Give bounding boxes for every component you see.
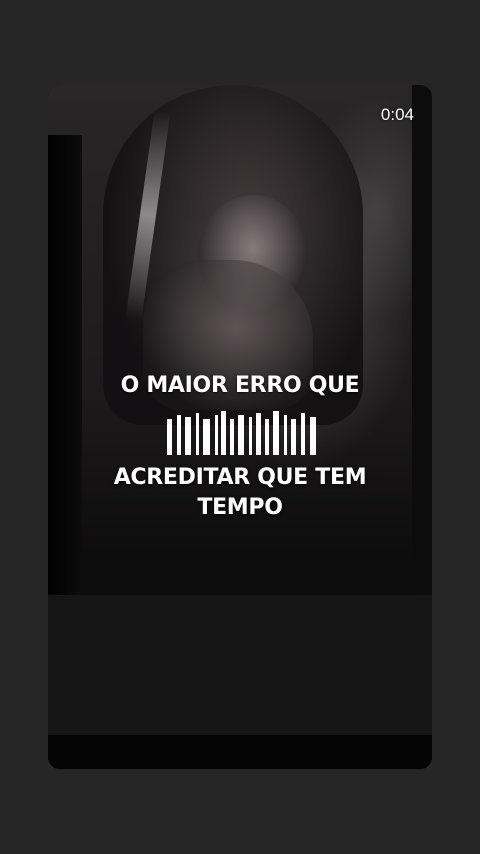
glitch-bar [196, 413, 199, 455]
caption-line-4-text: TEMPO [197, 495, 283, 520]
glitch-bar [265, 419, 269, 455]
video-timer: 0:04 [380, 105, 414, 124]
caption-line-3-text: ACREDITAR QUE TEM [113, 465, 367, 490]
glitch-bar [238, 415, 244, 455]
glitch-bar [249, 417, 252, 455]
lower-glitch-band [48, 595, 432, 735]
glitch-bar [215, 415, 218, 455]
glitch-bar [203, 419, 210, 455]
glitch-bar [273, 411, 279, 455]
caption-line-3: ACREDITAR QUE TEM TEMPO [48, 463, 432, 523]
glitch-bar [177, 415, 181, 455]
glitch-bar [301, 413, 305, 455]
glitch-bar [167, 419, 172, 455]
glitch-bar [291, 419, 296, 455]
glitch-bar [185, 417, 191, 455]
glitched-caption-line [163, 397, 323, 455]
glitch-bar [310, 417, 316, 455]
glitch-bar [221, 411, 226, 455]
glitch-bar [230, 419, 234, 455]
bottom-glitch-band [48, 735, 432, 769]
glitch-bar [256, 413, 261, 455]
glitch-bar [284, 415, 287, 455]
video-player[interactable]: 0:04 O MAIOR ERRO QUE ACREDITAR QUE TEM … [48, 85, 432, 769]
